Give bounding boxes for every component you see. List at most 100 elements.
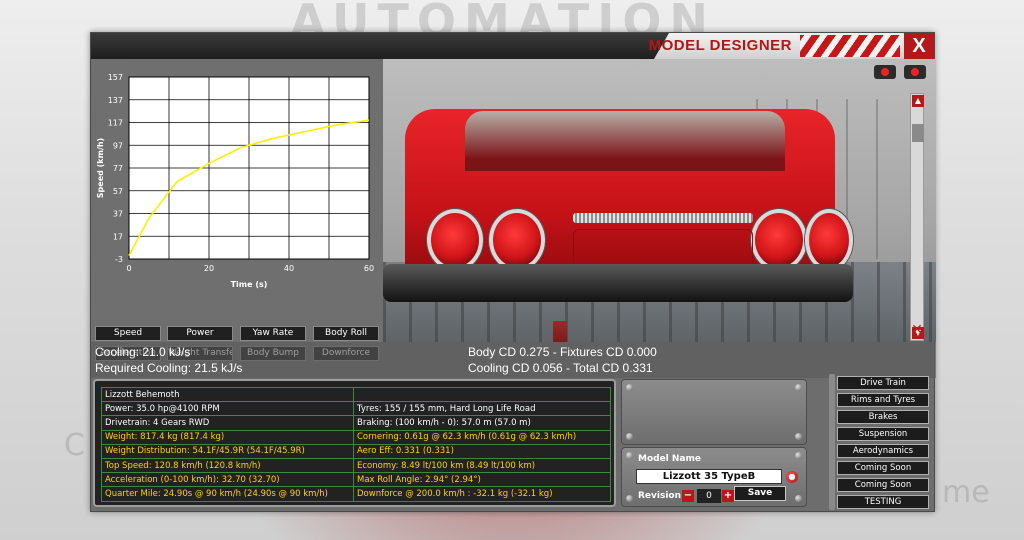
total-cd-text: Cooling CD 0.056 - Total CD 0.331 xyxy=(468,361,653,375)
bolt xyxy=(795,384,802,391)
table-row: Top Speed: 120.8 km/h (120.8 km/h) Econom… xyxy=(101,457,611,474)
menu-item-suspension[interactable]: Suspension xyxy=(837,427,929,441)
performance-graph-panel: -3 17 37 57 77 97 117 137 157 0 20 40 60 Time (s) Spee… xyxy=(91,59,383,361)
stat-cell: Weight: 817.4 kg (817.4 kg) xyxy=(101,429,354,445)
bolt xyxy=(626,433,633,440)
menu-rail xyxy=(829,374,835,510)
stat-cell: Cornering: 0.61g @ 62.3 km/h (0.61g @ 62… xyxy=(353,429,611,445)
camera-icon[interactable] xyxy=(874,65,896,79)
table-row: Power: 35.0 hp@4100 RPM Tyres: 155 / 155 … xyxy=(101,401,611,417)
y-tick-label: 157 xyxy=(108,73,123,82)
y-tick-label: 137 xyxy=(108,96,123,105)
y-tick-label: 37 xyxy=(113,210,123,219)
bolt xyxy=(626,452,633,459)
revision-label: Revision xyxy=(638,491,682,501)
camera-controls xyxy=(874,65,930,81)
stat-cell: Acceleration (0-100 km/h): 32.70 (32.70) xyxy=(101,472,354,488)
zoom-scrollbar[interactable]: ▲ ▼ xyxy=(910,93,924,341)
table-row: Drivetrain: 4 Gears RWD Braking: (100 km/… xyxy=(101,415,611,431)
chrome-trim xyxy=(573,213,753,223)
menu-item-coming-soon[interactable]: Coming Soon xyxy=(837,461,929,475)
bolt xyxy=(795,433,802,440)
stat-cell: Power: 35.0 hp@4100 RPM xyxy=(101,401,354,417)
table-row: Weight Distribution: 54.1F/45.9R (54.1F/… xyxy=(101,443,611,459)
title-bar: MODEL DESIGNER X xyxy=(91,33,934,59)
rotate-view-icon[interactable]: ✕ xyxy=(908,321,926,339)
model-designer-window: MODEL DESIGNER X -3 17 37 57 77 97 117 137 157 0 2… xyxy=(90,32,936,512)
background-ghost-text-right: me xyxy=(942,475,990,510)
designer-side-menu: Drive Train Rims and Tyres Brakes Suspensio… xyxy=(829,374,933,510)
lift-post xyxy=(553,321,567,342)
close-button[interactable]: X xyxy=(904,33,934,59)
y-tick-label: 77 xyxy=(113,164,123,173)
menu-item-brakes[interactable]: Brakes xyxy=(837,410,929,424)
bolt xyxy=(795,495,802,502)
stat-cell: Weight Distribution: 54.1F/45.9R (54.1F/… xyxy=(101,443,354,459)
stat-cell: Downforce @ 200.0 km/h : -32.1 kg (-32.1… xyxy=(353,486,611,502)
graph-button-speed[interactable]: Speed xyxy=(95,326,161,341)
menu-item-coming-soon[interactable]: Coming Soon xyxy=(837,478,929,492)
y-tick-label: -3 xyxy=(115,255,123,264)
body-cd-text: Body CD 0.275 - Fixtures CD 0.000 xyxy=(468,345,657,359)
tail-light xyxy=(489,209,545,271)
tail-light xyxy=(751,209,807,271)
stat-cell: Max Roll Angle: 2.94° (2.94°) xyxy=(353,472,611,488)
stat-cell: Aero Eff: 0.331 (0.331) xyxy=(353,443,611,459)
x-tick-label: 20 xyxy=(204,264,214,273)
x-tick-label: 0 xyxy=(126,264,131,273)
car-3d-viewport[interactable]: ▲ ▼ ✕ xyxy=(383,59,936,342)
y-tick-label: 117 xyxy=(108,119,123,128)
stat-cell: Drivetrain: 4 Gears RWD xyxy=(101,415,354,431)
title-racing-stripes xyxy=(800,35,900,57)
model-name-panel: Model Name Lizzott 35 TypeB ● Revision −… xyxy=(621,447,807,507)
clear-name-icon[interactable]: ● xyxy=(786,471,798,483)
scroll-up-button[interactable]: ▲ xyxy=(912,95,924,107)
y-axis-label: Speed (km/h) xyxy=(96,138,105,198)
car-stats-table: Lizzott Behemoth Power: 35.0 hp@4100 RPM T… xyxy=(101,386,611,502)
x-tick-label: 60 xyxy=(364,264,374,273)
stat-cell: Quarter Mile: 24.90s @ 90 km/h (24.90s @… xyxy=(101,486,354,502)
stat-cell: Braking: (100 km/h - 0): 57.0 m (57.0 m) xyxy=(353,415,611,431)
model-name-label: Model Name xyxy=(638,454,701,464)
bolt xyxy=(795,452,802,459)
graph-button-yaw-rate[interactable]: Yaw Rate xyxy=(240,326,306,341)
x-axis-label: Time (s) xyxy=(231,280,268,289)
table-row: Acceleration (0-100 km/h): 32.70 (32.70)… xyxy=(101,472,611,488)
y-tick-label: 57 xyxy=(113,187,123,196)
speed-time-chart: -3 17 37 57 77 97 117 137 157 0 20 40 60 Time (s) Spee… xyxy=(96,73,374,289)
car-model xyxy=(405,109,853,284)
stat-cell: Lizzott Behemoth xyxy=(101,386,354,403)
revision-decrement-button[interactable]: − xyxy=(682,490,694,502)
tail-light xyxy=(805,209,853,271)
stat-cell xyxy=(353,386,611,403)
table-row: Weight: 817.4 kg (817.4 kg) Cornering: 0.… xyxy=(101,429,611,445)
menu-item-drive-train[interactable]: Drive Train xyxy=(837,376,929,390)
stat-cell: Tyres: 155 / 155 mm, Hard Long Life Road xyxy=(353,401,611,417)
menu-item-testing[interactable]: TESTING xyxy=(837,495,929,509)
revision-value: 0 xyxy=(697,489,721,503)
cooling-text: Cooling: 21.0 kJ/s xyxy=(95,345,191,359)
y-tick-label: 17 xyxy=(113,232,123,241)
model-name-input[interactable]: Lizzott 35 TypeB xyxy=(636,469,782,484)
revision-increment-button[interactable]: + xyxy=(722,490,734,502)
x-tick-label: 40 xyxy=(284,264,294,273)
table-row: Quarter Mile: 24.90s @ 90 km/h (24.90s @… xyxy=(101,486,611,502)
graph-button-body-roll[interactable]: Body Roll xyxy=(313,326,379,341)
bolt xyxy=(626,495,633,502)
car-stats-panel: Lizzott Behemoth Power: 35.0 hp@4100 RPM T… xyxy=(93,379,616,507)
car-rear-window xyxy=(465,111,785,171)
window-title: MODEL DESIGNER xyxy=(648,37,792,54)
rear-bumper xyxy=(383,264,853,302)
required-cooling-text: Required Cooling: 21.5 kJ/s xyxy=(95,361,243,375)
stat-cell: Top Speed: 120.8 km/h (120.8 km/h) xyxy=(101,457,354,474)
menu-item-rims-and-tyres[interactable]: Rims and Tyres xyxy=(837,393,929,407)
save-button[interactable]: Save xyxy=(734,486,786,501)
stat-cell: Economy: 8.49 lt/100 km (8.49 lt/100 km) xyxy=(353,457,611,474)
blank-plate xyxy=(621,379,807,445)
graph-button-power[interactable]: Power xyxy=(167,326,233,341)
bolt xyxy=(626,384,633,391)
scroll-thumb[interactable] xyxy=(912,124,924,142)
tail-light xyxy=(427,209,483,271)
view-toggle-icon[interactable] xyxy=(904,65,926,79)
menu-item-aerodynamics[interactable]: Aerodynamics xyxy=(837,444,929,458)
